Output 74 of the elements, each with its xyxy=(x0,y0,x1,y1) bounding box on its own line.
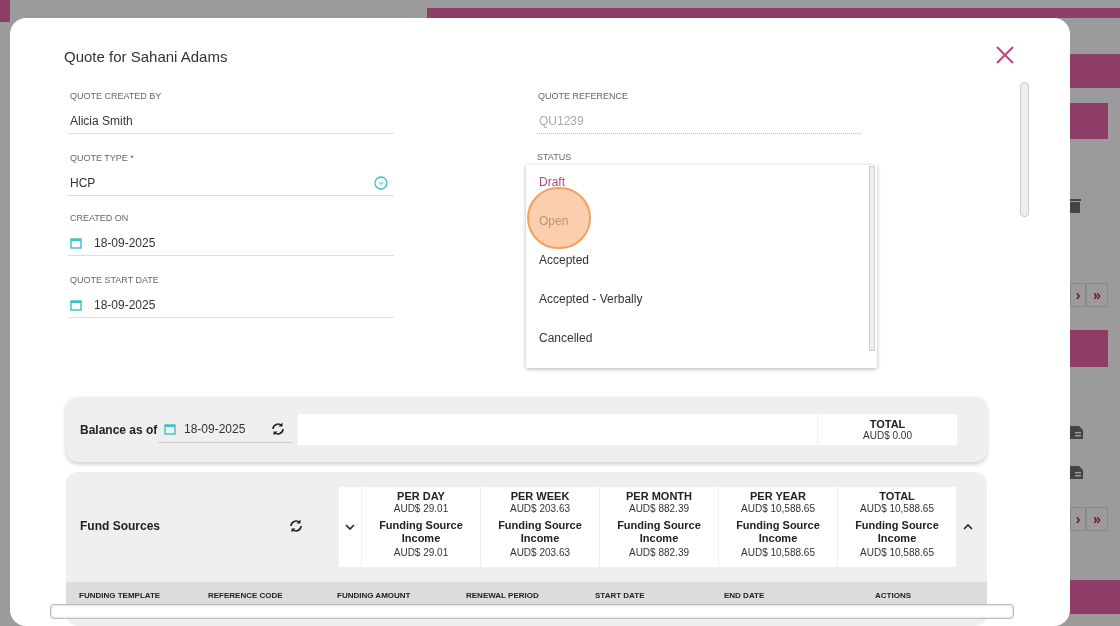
close-icon[interactable] xyxy=(994,44,1016,66)
column-header: FUNDING AMOUNT xyxy=(337,590,412,602)
horizontal-scrollbar[interactable] xyxy=(50,604,1014,619)
input-field[interactable]: 18-09-2025 xyxy=(68,293,394,318)
field-label: QUOTE START DATE xyxy=(69,274,160,287)
calendar-icon xyxy=(70,299,82,311)
balance-label: Balance as of xyxy=(80,421,158,438)
column-header: FUNDING TEMPLATE xyxy=(79,590,162,602)
column-header: END DATE xyxy=(724,590,766,602)
scrollbar-thumb[interactable] xyxy=(869,166,875,351)
field-label: STATUS xyxy=(537,151,572,163)
chevron-down-icon xyxy=(345,524,355,530)
period-label: PER DAY xyxy=(397,490,445,503)
column-header: START DATE xyxy=(595,590,646,602)
source-amount: AUD$ 882.39 xyxy=(628,547,689,558)
input-field[interactable]: HCP xyxy=(68,171,394,196)
calendar-icon xyxy=(164,423,176,435)
scrollbar-thumb[interactable] xyxy=(1020,82,1029,217)
dropdown-option[interactable]: Accepted - Verbally xyxy=(526,284,877,323)
chevron-up-icon xyxy=(963,524,973,530)
pager-last-button[interactable]: » xyxy=(1086,283,1108,307)
field-value: 18-09-2025 xyxy=(94,297,156,314)
period-label: TOTAL xyxy=(879,490,915,503)
dialog-title: Quote for Sahani Adams xyxy=(64,47,228,67)
source-label: Funding Source Income xyxy=(497,519,583,545)
input-field[interactable]: Alicia Smith xyxy=(68,109,394,134)
period-amount: AUD$ 29.01 xyxy=(393,503,449,514)
refresh-icon[interactable] xyxy=(270,421,286,437)
column-header: ACTIONS xyxy=(875,590,912,602)
source-amount: AUD$ 203.63 xyxy=(509,547,570,558)
pager-next-button[interactable]: › xyxy=(1070,283,1086,307)
field-label: QUOTE CREATED BY xyxy=(69,90,163,103)
period-amount: AUD$ 882.39 xyxy=(628,503,689,514)
refresh-icon[interactable] xyxy=(288,518,304,534)
input-field[interactable]: 18-09-2025 xyxy=(68,231,394,256)
trash-icon xyxy=(1068,198,1082,214)
field-value: QU1239 xyxy=(539,113,584,130)
field-label: CREATED ON xyxy=(69,212,130,225)
chevron-circle-icon[interactable] xyxy=(374,176,388,190)
period-amount: AUD$ 10,588.65 xyxy=(860,503,934,514)
period-label: PER YEAR xyxy=(749,490,806,503)
calendar-icon xyxy=(70,237,82,249)
source-label: Funding Source Income xyxy=(735,519,821,545)
fund-sources-title: Fund Sources xyxy=(80,518,160,535)
column-header: REFERENCE CODE xyxy=(208,590,284,602)
field-value: HCP xyxy=(70,175,97,192)
period-amount: AUD$ 10,588.65 xyxy=(741,503,815,514)
source-label: Funding Source Income xyxy=(616,519,702,545)
date-field[interactable]: 18-09-2025 xyxy=(158,416,292,443)
period-label: PER WEEK xyxy=(510,490,570,503)
document-icon xyxy=(1068,464,1086,480)
source-amount: AUD$ 10,588.65 xyxy=(741,547,815,558)
period-label: PER MONTH xyxy=(626,490,692,503)
dropdown-option[interactable]: Accepted xyxy=(526,245,877,284)
total-value: AUD$ 0.00 xyxy=(863,429,912,442)
source-amount: AUD$ 29.01 xyxy=(393,547,449,558)
field-value: Alicia Smith xyxy=(70,113,134,130)
dropdown-option[interactable]: Draft xyxy=(526,167,877,206)
period-amount: AUD$ 203.63 xyxy=(509,503,570,514)
pager-last-button[interactable]: » xyxy=(1086,507,1108,531)
field-label: QUOTE REFERENCE xyxy=(537,90,629,103)
total-label: TOTAL xyxy=(869,417,906,430)
field-label: QUOTE TYPE * xyxy=(69,152,135,165)
source-label: Funding Source Income xyxy=(378,519,464,545)
column-header: RENEWAL PERIOD xyxy=(466,590,540,602)
document-icon xyxy=(1068,424,1086,440)
collapse-button[interactable] xyxy=(339,487,361,567)
header-bar xyxy=(0,0,10,22)
field-value: 18-09-2025 xyxy=(184,421,247,438)
source-label: Funding Source Income xyxy=(854,519,940,545)
field-value: 18-09-2025 xyxy=(94,235,156,252)
dropdown-option[interactable]: Cancelled xyxy=(526,323,877,362)
pager-next-button[interactable]: › xyxy=(1070,507,1086,531)
source-amount: AUD$ 10,588.65 xyxy=(860,547,934,558)
